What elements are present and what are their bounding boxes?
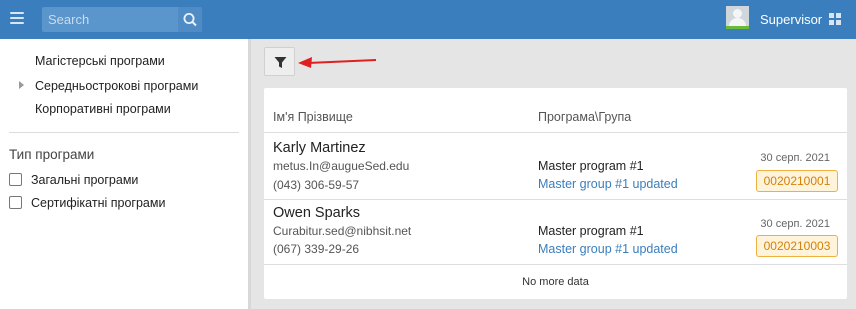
student-email: Curabitur.sed@nibhsit.net <box>273 224 412 238</box>
top-bar: Supervisor <box>0 0 856 39</box>
student-email: metus.In@augueSed.edu <box>273 159 410 173</box>
certificate-programs-checkbox[interactable] <box>9 196 22 209</box>
row-divider <box>264 199 847 200</box>
students-table: Ім'я Прізвище Програма\Група Karly Marti… <box>264 88 847 299</box>
expand-caret-icon[interactable] <box>19 81 24 89</box>
student-phone: (043) 306-59-57 <box>273 178 360 192</box>
apps-grid-icon[interactable] <box>829 13 841 25</box>
user-name[interactable]: Supervisor <box>760 12 822 27</box>
filter-icon <box>274 57 287 68</box>
column-header-name[interactable]: Ім'я Прізвище <box>273 110 353 124</box>
program-name: Master program #1 <box>538 159 644 173</box>
student-name[interactable]: Karly Martinez <box>273 140 366 156</box>
search-input[interactable] <box>42 7 178 32</box>
red-arrow-annotation <box>298 57 377 68</box>
general-programs-label: Загальні програми <box>31 173 139 187</box>
search-icon <box>183 13 197 27</box>
student-code-badge[interactable]: 0020210001 <box>756 170 838 192</box>
sidebar-item-masters-programs[interactable]: Магістерські програми <box>35 54 165 68</box>
enrollment-date: 30 серп. 2021 <box>760 218 830 230</box>
student-code-badge[interactable]: 0020210003 <box>756 235 838 257</box>
sidebar: Магістерські програми Середньострокові п… <box>0 39 251 309</box>
certificate-programs-label: Сертифікатні програми <box>31 196 166 210</box>
hamburger-menu-icon[interactable] <box>10 12 24 26</box>
program-name: Master program #1 <box>538 224 644 238</box>
enrollment-date: 30 серп. 2021 <box>760 152 830 164</box>
sidebar-item-mid-term-programs[interactable]: Середньострокові програми <box>35 79 198 93</box>
header-divider <box>264 132 847 133</box>
group-link[interactable]: Master group #1 updated <box>538 177 678 191</box>
student-name[interactable]: Owen Sparks <box>273 205 360 221</box>
sidebar-divider <box>9 132 239 133</box>
sidebar-item-corporate-programs[interactable]: Корпоративні програми <box>35 102 171 116</box>
no-more-data-text: No more data <box>522 276 589 288</box>
search-box <box>42 7 202 32</box>
search-button[interactable] <box>178 7 202 32</box>
column-header-program[interactable]: Програма\Група <box>538 110 631 124</box>
filter-button[interactable] <box>264 47 295 76</box>
program-type-heading: Тип програми <box>9 147 95 162</box>
general-programs-checkbox[interactable] <box>9 173 22 186</box>
group-link[interactable]: Master group #1 updated <box>538 242 678 256</box>
user-avatar[interactable] <box>726 6 749 29</box>
student-phone: (067) 339-29-26 <box>273 242 360 256</box>
